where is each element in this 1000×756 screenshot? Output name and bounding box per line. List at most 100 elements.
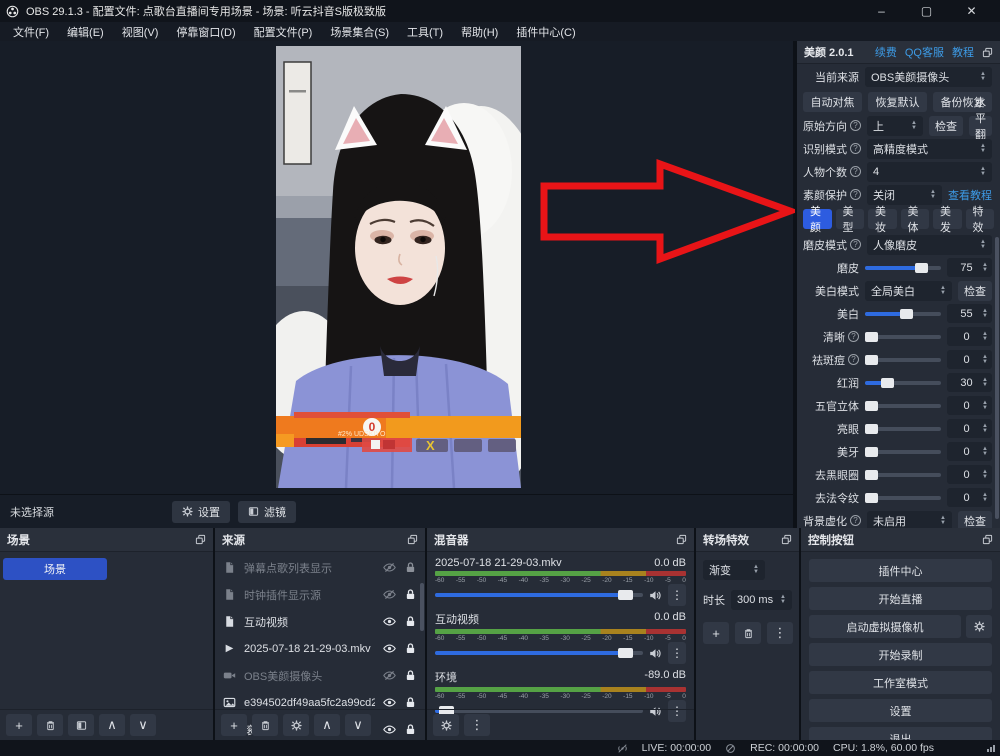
qq-support-link[interactable]: QQ客服 — [905, 44, 944, 60]
add-source-button[interactable]: + — [221, 714, 247, 736]
help-icon[interactable]: ? — [848, 331, 859, 342]
add-scene-button[interactable]: + — [6, 714, 32, 736]
add-transition-button[interactable]: + — [703, 622, 729, 644]
popout-icon[interactable] — [676, 534, 687, 545]
studio-mode-button[interactable]: 工作室模式 — [809, 671, 992, 694]
close-button[interactable]: ✕ — [949, 0, 994, 22]
minimize-button[interactable]: – — [859, 0, 904, 22]
popout-icon[interactable] — [195, 534, 206, 545]
slider-track[interactable] — [865, 427, 941, 431]
help-icon[interactable]: ? — [850, 143, 861, 154]
help-icon[interactable]: ? — [850, 239, 861, 250]
transition-type-select[interactable]: 渐变 ▲▼ — [703, 560, 765, 580]
slider-handle[interactable] — [865, 470, 878, 480]
eye-icon[interactable] — [383, 696, 396, 709]
white-mode-check-button[interactable]: 检查 — [958, 281, 992, 301]
channel-menu-button[interactable]: ⋮ — [668, 584, 686, 606]
menu-item-4[interactable]: 配置文件(P) — [245, 22, 322, 41]
tutorial-link[interactable]: 教程 — [952, 44, 974, 60]
slider-track[interactable] — [865, 358, 941, 362]
start-recording-button[interactable]: 开始录制 — [809, 643, 992, 666]
help-icon[interactable]: ? — [850, 515, 861, 526]
exit-button[interactable]: 退出 — [809, 727, 992, 740]
view-tutorial-link[interactable]: 查看教程 — [948, 187, 992, 203]
slider-value-spinbox[interactable]: 0▲▼ — [947, 327, 992, 346]
person-count-spinner[interactable]: 4 ▲▼ — [867, 162, 992, 182]
menu-item-8[interactable]: 插件中心(C) — [507, 22, 584, 41]
beauty-tab-1[interactable]: 美型 — [836, 209, 865, 229]
duration-spinner[interactable]: 300 ms ▲▼ — [731, 590, 792, 610]
bg-blur-check-button[interactable]: 检查 — [958, 511, 992, 529]
slider-track[interactable] — [865, 450, 941, 454]
help-icon[interactable]: ? — [848, 354, 859, 365]
slider-handle[interactable] — [865, 424, 878, 434]
slider-value-spinbox[interactable]: 0▲▼ — [947, 488, 992, 507]
slider-value-spinbox[interactable]: 0▲▼ — [947, 465, 992, 484]
eye-icon[interactable] — [383, 642, 396, 655]
help-icon[interactable]: ? — [850, 120, 861, 131]
advanced-audio-button[interactable] — [433, 714, 459, 736]
eye-off-icon[interactable] — [383, 588, 396, 601]
move-source-down-button[interactable]: ∨ — [345, 714, 371, 736]
popout-icon[interactable] — [781, 534, 792, 545]
slider-value-spinbox[interactable]: 30▲▼ — [947, 373, 992, 392]
flip-horizontal-button[interactable]: 水平翻转 — [969, 116, 992, 136]
source-filters-button[interactable]: 滤镜 — [238, 501, 296, 523]
menu-item-2[interactable]: 视图(V) — [113, 22, 168, 41]
recognition-select[interactable]: 高精度模式 ▲▼ — [867, 139, 992, 159]
beauty-tab-2[interactable]: 美妆 — [868, 209, 897, 229]
menu-item-6[interactable]: 工具(T) — [398, 22, 452, 41]
sources-scrollbar[interactable] — [420, 583, 424, 631]
slider-value-spinbox[interactable]: 0▲▼ — [947, 419, 992, 438]
lock-icon[interactable] — [404, 642, 417, 655]
slider-value-spinbox[interactable]: 75▲▼ — [947, 258, 992, 277]
slider-track[interactable] — [865, 381, 941, 385]
slider-handle[interactable] — [865, 447, 878, 457]
slider-value-spinbox[interactable]: 0▲▼ — [947, 442, 992, 461]
lock-icon[interactable] — [404, 588, 417, 601]
mixer-menu-button[interactable]: ⋮ — [464, 714, 490, 736]
slider-value-spinbox[interactable]: 55▲▼ — [947, 304, 992, 323]
slider-value-spinbox[interactable]: 0▲▼ — [947, 350, 992, 369]
transition-menu-button[interactable]: ⋮ — [767, 622, 793, 644]
video-preview[interactable]: 0 X #2% UDSKIYO — [276, 46, 521, 488]
popout-icon[interactable] — [407, 534, 418, 545]
move-scene-up-button[interactable]: ∧ — [99, 714, 125, 736]
virtual-camera-config-button[interactable] — [966, 615, 992, 638]
remove-transition-button[interactable] — [735, 622, 761, 644]
autofocus-button[interactable]: 自动对焦 — [803, 92, 862, 112]
settings-button[interactable]: 设置 — [809, 699, 992, 722]
move-source-up-button[interactable]: ∧ — [314, 714, 340, 736]
slider-track[interactable] — [865, 404, 941, 408]
beauty-scrollbar[interactable] — [995, 237, 999, 519]
volume-slider[interactable] — [435, 651, 643, 655]
source-list-item[interactable]: 时钟插件显示源 — [215, 581, 425, 608]
remove-scene-button[interactable] — [37, 714, 63, 736]
restore-default-button[interactable]: 恢复默认 — [868, 92, 927, 112]
current-source-select[interactable]: OBS美颜摄像头 ▲▼ — [865, 67, 992, 87]
menu-item-1[interactable]: 编辑(E) — [58, 22, 113, 41]
slider-handle[interactable] — [881, 378, 894, 388]
source-list-item[interactable]: ▶2025-07-18 21-29-03.mkv — [215, 635, 425, 662]
slider-track[interactable] — [865, 335, 941, 339]
beauty-tab-5[interactable]: 特效 — [966, 209, 995, 229]
lock-icon[interactable] — [404, 561, 417, 574]
beauty-tab-3[interactable]: 美体 — [901, 209, 930, 229]
orientation-select[interactable]: 上 ▲▼ — [867, 116, 923, 136]
slider-track[interactable] — [865, 312, 941, 316]
slider-track[interactable] — [865, 266, 941, 270]
beauty-tab-4[interactable]: 美发 — [933, 209, 962, 229]
popout-icon[interactable] — [982, 47, 993, 58]
resize-grip-icon[interactable] — [987, 745, 995, 752]
menu-item-3[interactable]: 停靠窗口(D) — [167, 22, 244, 41]
makeup-protect-select[interactable]: 关闭 ▲▼ — [867, 185, 942, 205]
remove-source-button[interactable] — [252, 714, 278, 736]
menu-item-5[interactable]: 场景集合(S) — [321, 22, 398, 41]
move-scene-down-button[interactable]: ∨ — [130, 714, 156, 736]
slider-handle[interactable] — [865, 493, 878, 503]
slider-handle[interactable] — [865, 401, 878, 411]
popout-icon[interactable] — [982, 534, 993, 545]
lock-icon[interactable] — [404, 696, 417, 709]
orientation-check-button[interactable]: 检查 — [929, 116, 963, 136]
slider-handle[interactable] — [865, 332, 878, 342]
